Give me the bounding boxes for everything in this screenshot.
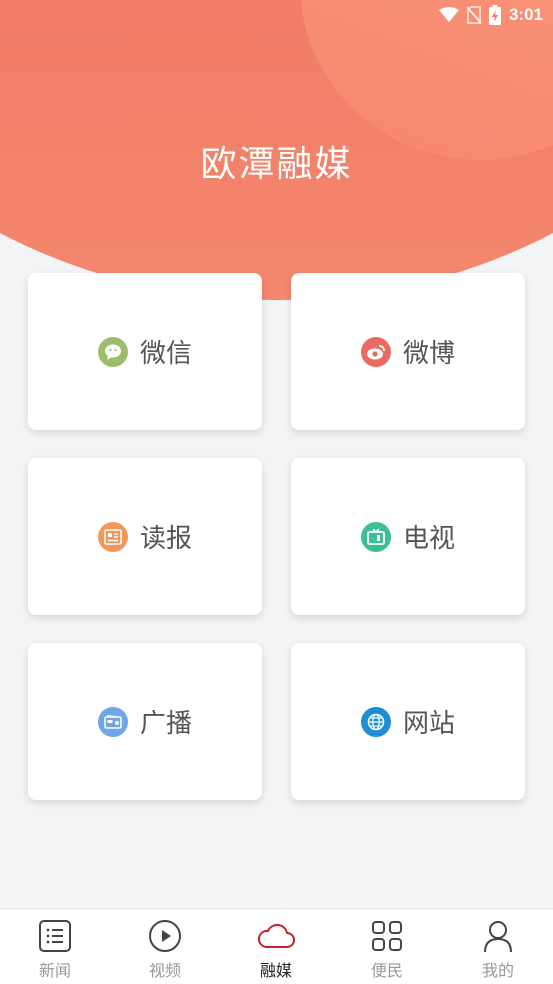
weibo-icon	[360, 336, 391, 367]
user-icon	[484, 921, 512, 953]
play-circle-icon	[149, 920, 181, 952]
card-tv[interactable]: 电视	[291, 458, 525, 615]
tab-services[interactable]: 便民	[332, 909, 442, 984]
tab-news[interactable]: 新闻	[0, 909, 110, 984]
page-title: 欧潭融媒	[200, 144, 353, 185]
wechat-icon	[97, 336, 128, 367]
status-time: 3:01	[508, 5, 543, 24]
tab-label: 新闻	[38, 961, 71, 980]
tab-label: 视频	[148, 961, 181, 980]
tab-label: 融媒	[259, 961, 292, 980]
tab-media[interactable]: 融媒	[221, 909, 331, 984]
tab-me[interactable]: 我的	[443, 909, 553, 984]
card-wechat[interactable]: 微信	[28, 273, 262, 430]
bottom-tab-bar: 新闻 视频 融媒 便民 我的	[0, 908, 553, 984]
tab-label: 便民	[370, 961, 403, 980]
card-label: 广播	[139, 709, 192, 739]
status-bar: 3:01	[0, 0, 553, 32]
wifi-icon	[438, 7, 459, 22]
grid-icon	[372, 921, 402, 951]
news-list-icon	[39, 920, 71, 952]
card-newspaper[interactable]: 读报	[28, 458, 262, 615]
card-website[interactable]: 网站	[291, 643, 525, 800]
card-label: 电视	[402, 524, 455, 554]
tab-label: 我的	[481, 961, 514, 980]
card-label: 读报	[139, 524, 192, 554]
card-label: 网站	[402, 709, 455, 739]
card-label: 微博	[402, 339, 455, 369]
card-weibo[interactable]: 微博	[291, 273, 525, 430]
tab-video[interactable]: 视频	[110, 909, 220, 984]
tv-icon	[360, 521, 391, 552]
no-sim-icon	[466, 6, 481, 24]
newspaper-icon	[97, 521, 128, 552]
radio-icon	[97, 706, 128, 737]
globe-icon	[360, 706, 391, 737]
battery-charging-icon	[488, 5, 501, 25]
cloud-icon	[257, 923, 295, 948]
card-radio[interactable]: 广播	[28, 643, 262, 800]
card-label: 微信	[139, 339, 192, 369]
